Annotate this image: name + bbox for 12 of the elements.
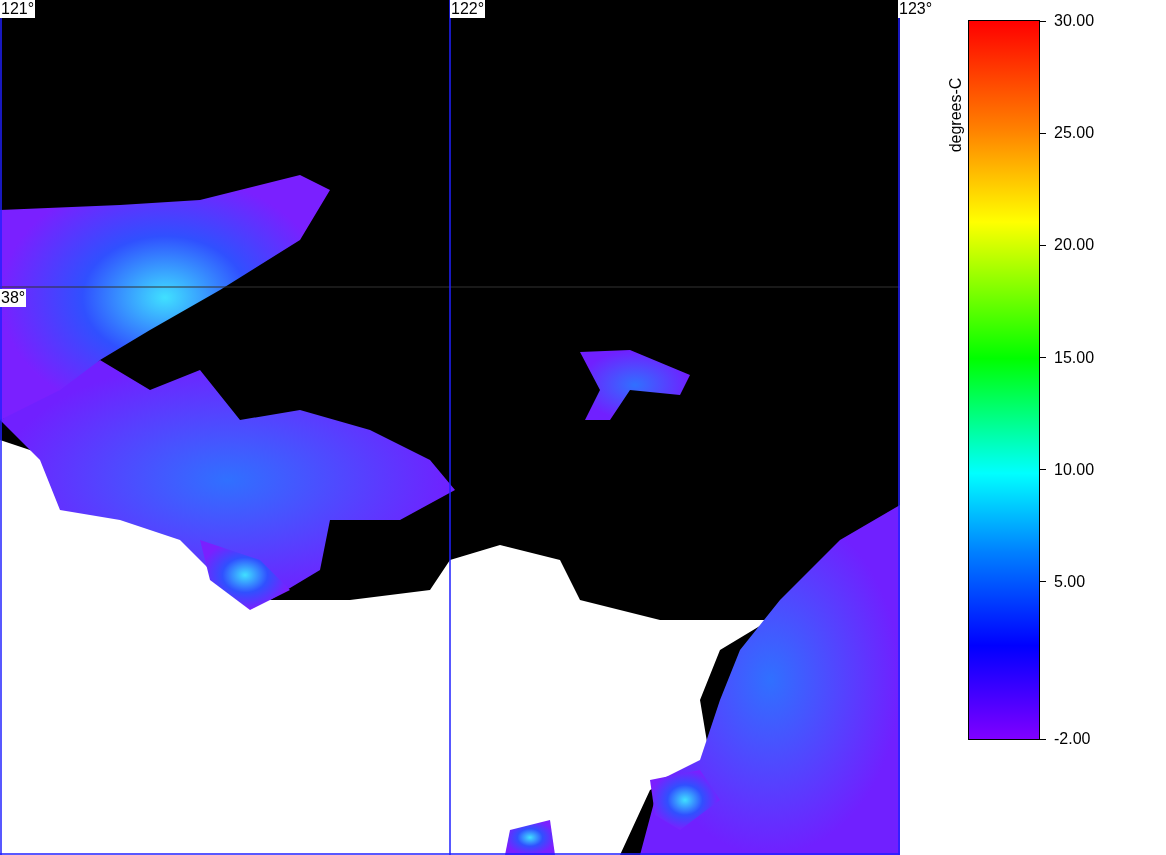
- colorbar-tick-label: 30.00: [1054, 12, 1095, 30]
- colorbar-tick-label: 20.00: [1054, 236, 1095, 255]
- colorbar-tick-label: -2.00: [1054, 730, 1091, 748]
- longitude-label: 123°: [898, 0, 934, 18]
- colorbar-tick-label: 5.00: [1054, 572, 1086, 591]
- colorbar-tick-label: 15.00: [1054, 348, 1095, 367]
- colorbar-title: degrees-C: [947, 77, 965, 153]
- colorbar-tick-label: 10.00: [1054, 460, 1095, 479]
- latitude-label: 38°: [0, 289, 27, 307]
- colorbar-tick-label: 25.00: [1054, 124, 1095, 143]
- longitude-label: 121°: [0, 0, 36, 18]
- longitude-label: 122°: [450, 0, 486, 18]
